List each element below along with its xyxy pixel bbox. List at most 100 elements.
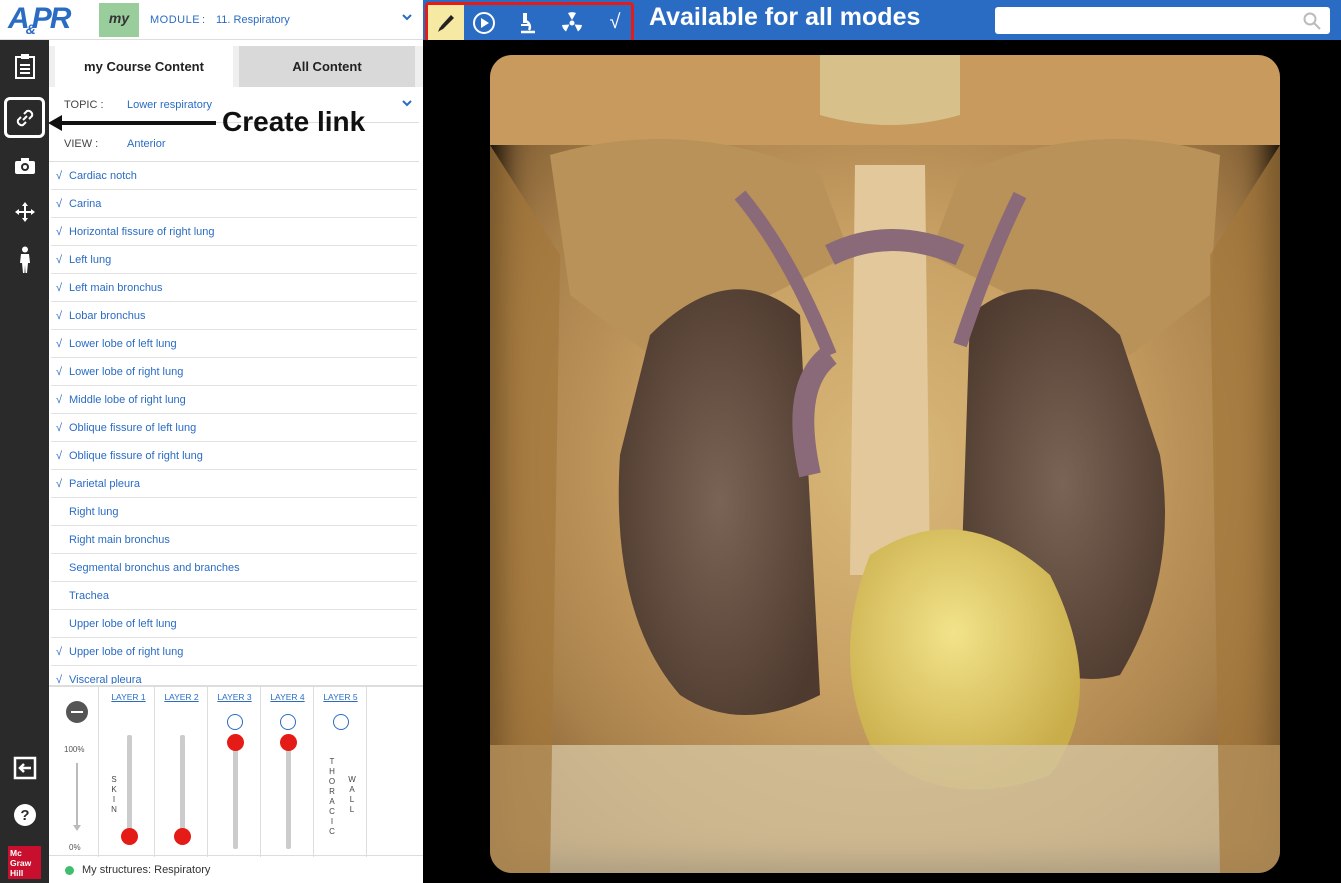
layer-title[interactable]: LAYER 4: [261, 692, 314, 702]
layer-slider-knob[interactable]: [227, 734, 244, 751]
link-icon: [16, 109, 33, 126]
layer-visibility-toggle[interactable]: [280, 714, 296, 730]
microscope-icon[interactable]: [510, 5, 544, 40]
mcgraw-line-3: Hill: [10, 868, 24, 878]
camera-icon[interactable]: [9, 150, 41, 182]
structure-item[interactable]: √ Oblique fissure of right lung: [51, 442, 417, 470]
structure-item[interactable]: √ Carina: [51, 190, 417, 218]
search-icon[interactable]: [1302, 11, 1322, 31]
structure-label: Cardiac notch: [69, 170, 137, 182]
structure-item[interactable]: √ Middle lobe of right lung: [51, 386, 417, 414]
layer-name: S K I N: [111, 775, 117, 814]
logo-pr: PR: [31, 2, 72, 35]
layer-column: LAYER 5 T H O R A C I C W A L L: [314, 687, 367, 857]
layer-slider-track[interactable]: [286, 737, 291, 849]
structure-item[interactable]: √ Visceral pleura: [51, 666, 417, 684]
structure-item[interactable]: √ Lower lobe of right lung: [51, 358, 417, 386]
layer-title[interactable]: LAYER 1: [102, 692, 155, 702]
structure-item[interactable]: √ Lobar bronchus: [51, 302, 417, 330]
structure-label: Right main bronchus: [69, 534, 170, 546]
opacity-max-label: 100%: [64, 745, 85, 754]
structure-label: Left lung: [69, 254, 112, 266]
structure-label: Left main bronchus: [69, 282, 163, 294]
module-separator: :: [202, 14, 206, 26]
radiation-icon[interactable]: [555, 5, 589, 40]
structure-label: Visceral pleura: [69, 674, 142, 684]
tab-all-content[interactable]: All Content: [239, 46, 415, 87]
create-link-button[interactable]: [4, 97, 45, 138]
structure-item[interactable]: √ Upper lobe of right lung: [51, 638, 417, 666]
exit-icon[interactable]: [9, 752, 41, 784]
human-figure-icon[interactable]: [9, 244, 41, 276]
tab-my-course-content[interactable]: my Course Content: [55, 46, 233, 87]
layer-slider-knob[interactable]: [174, 828, 191, 845]
structure-item[interactable]: √ Horizontal fissure of right lung: [51, 218, 417, 246]
icon-sidebar: ? Mc Graw Hill: [0, 40, 49, 883]
help-icon[interactable]: ?: [9, 799, 41, 831]
module-label: MODULE: [150, 14, 201, 26]
checkmark-icon: √: [56, 170, 63, 182]
available-modes-caption: Available for all modes: [649, 3, 921, 31]
my-badge[interactable]: my: [99, 3, 139, 37]
checkmark-icon: √: [56, 366, 63, 378]
play-icon[interactable]: [467, 5, 501, 40]
checkmark-icon: √: [56, 422, 63, 434]
structure-label: Parietal pleura: [69, 478, 140, 490]
chevron-down-icon[interactable]: [401, 97, 413, 109]
layer-slider-track[interactable]: [233, 737, 238, 849]
structure-item[interactable]: √ Left main bronchus: [51, 274, 417, 302]
minus-icon[interactable]: [66, 701, 88, 723]
structure-label: Oblique fissure of left lung: [69, 422, 197, 434]
layer-name: T H O R A C I C: [328, 757, 336, 836]
layer-column: LAYER 3: [208, 687, 261, 857]
module-select[interactable]: 11. Respiratory: [216, 14, 290, 26]
create-link-callout: Create link: [222, 106, 366, 137]
layer-slider-knob[interactable]: [280, 734, 297, 751]
logo-amp: &: [25, 21, 36, 37]
structure-label: Lower lobe of left lung: [69, 338, 177, 350]
layer-slider-knob[interactable]: [121, 828, 138, 845]
content-tabs: my Course Content All Content: [49, 46, 423, 87]
layer-visibility-toggle[interactable]: [333, 714, 349, 730]
chevron-down-icon[interactable]: [401, 11, 413, 23]
structure-label: Horizontal fissure of right lung: [69, 226, 215, 238]
structure-label: Trachea: [69, 590, 109, 602]
app-window: A&PR my MODULE : 11. Respiratory ? Mc Gr…: [0, 0, 1341, 883]
structure-item[interactable]: √ Cardiac notch: [51, 162, 417, 190]
structure-item[interactable]: √ Left lung: [51, 246, 417, 274]
apr-logo[interactable]: A&PR: [8, 2, 72, 38]
layer-title[interactable]: LAYER 3: [208, 692, 261, 702]
move-icon[interactable]: [9, 196, 41, 228]
layer-title[interactable]: LAYER 5: [314, 692, 367, 702]
structure-item[interactable]: √ Parietal pleura: [51, 470, 417, 498]
structure-label: Middle lobe of right lung: [69, 394, 186, 406]
layer-title[interactable]: LAYER 2: [155, 692, 208, 702]
structure-item[interactable]: √ Oblique fissure of left lung: [51, 414, 417, 442]
structure-item[interactable]: Trachea: [51, 582, 417, 610]
layer-visibility-toggle[interactable]: [227, 714, 243, 730]
pencil-icon[interactable]: [428, 5, 464, 40]
model-viewer[interactable]: [423, 40, 1341, 883]
structure-item[interactable]: Segmental bronchus and branches: [51, 554, 417, 582]
structure-item[interactable]: Right lung: [51, 498, 417, 526]
opacity-min-label: 0%: [69, 843, 81, 852]
search-input[interactable]: [995, 7, 1295, 34]
top-left-header: A&PR my MODULE : 11. Respiratory: [0, 0, 423, 40]
mode-toolbar: √: [425, 2, 634, 43]
structure-item[interactable]: Upper lobe of left lung: [51, 610, 417, 638]
check-icon[interactable]: √: [598, 5, 632, 40]
structure-label: Oblique fissure of right lung: [69, 450, 203, 462]
checkmark-icon: √: [56, 674, 63, 684]
content-panel: my Course Content All Content TOPIC : Lo…: [49, 40, 423, 883]
structure-item[interactable]: Right main bronchus: [51, 526, 417, 554]
structure-label: Segmental bronchus and branches: [69, 562, 240, 574]
structure-label: Upper lobe of left lung: [69, 618, 177, 630]
my-structures-footer: My structures: Respiratory: [49, 855, 423, 883]
clipboard-icon[interactable]: [9, 50, 41, 82]
anatomy-image[interactable]: [490, 55, 1280, 873]
structure-item[interactable]: √ Lower lobe of left lung: [51, 330, 417, 358]
layer-column: LAYER 2: [155, 687, 208, 857]
structure-label: Lower lobe of right lung: [69, 366, 184, 378]
top-right-header: √ Available for all modes: [423, 0, 1341, 43]
mcgraw-line-1: Mc: [10, 848, 22, 858]
